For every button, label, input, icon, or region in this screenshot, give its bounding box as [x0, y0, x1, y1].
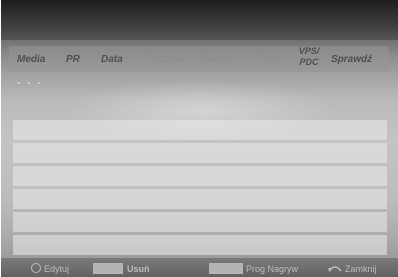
timer-record-list-screen: Media PR Data Początek Długość Tryb VPS/… — [1, 0, 398, 277]
blue-button-icon — [209, 263, 243, 274]
column-start: Początek — [145, 54, 187, 65]
column-pr: PR — [66, 54, 80, 65]
red-button-icon — [93, 263, 123, 274]
ok-button-icon — [31, 263, 41, 273]
list-row[interactable] — [13, 189, 387, 209]
list-row[interactable] — [13, 235, 387, 255]
return-arrow-icon — [328, 266, 342, 272]
column-date: Data — [101, 54, 123, 65]
footer-bar: Edytuj Usuń Prog Nagryw Zamknij — [1, 258, 398, 277]
list-item-first[interactable]: - - - — [17, 78, 43, 89]
column-media: Media — [17, 54, 46, 65]
timer-record-label[interactable]: Prog Nagryw — [246, 264, 298, 274]
column-vps-pdc: VPS/ PDC — [298, 46, 320, 67]
list-row[interactable] — [13, 166, 387, 186]
edit-label[interactable]: Edytuj — [44, 264, 69, 274]
close-label[interactable]: Zamknij — [345, 264, 377, 274]
column-length: Długość — [201, 54, 238, 65]
list-row[interactable] — [13, 212, 387, 232]
list-header: Media PR Data Początek Długość Tryb VPS/… — [9, 46, 389, 72]
title-band — [1, 0, 398, 40]
column-check: Sprawdź — [331, 54, 373, 65]
list-row[interactable] — [13, 120, 387, 140]
list-row[interactable] — [13, 143, 387, 163]
column-mode: Tryb — [259, 54, 279, 65]
delete-label[interactable]: Usuń — [127, 264, 150, 274]
